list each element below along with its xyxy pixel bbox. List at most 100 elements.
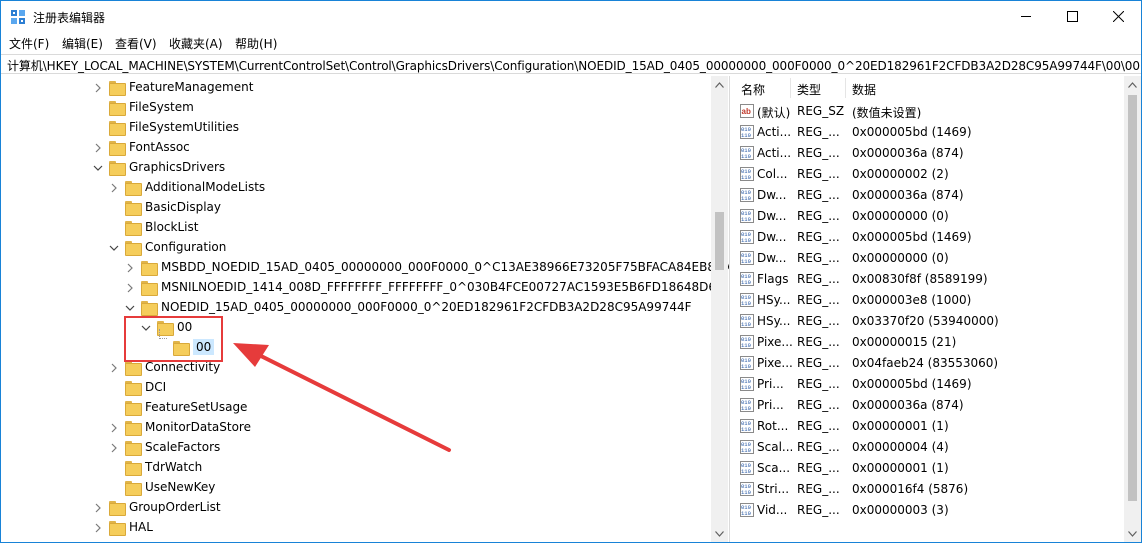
address-path[interactable]: 计算机\HKEY_LOCAL_MACHINE\SYSTEM\CurrentCon… — [7, 57, 1140, 74]
menu-favorites[interactable]: 收藏夹(A) — [169, 35, 223, 52]
tree-node-label[interactable]: FileSystem — [129, 100, 194, 114]
tree-node[interactable]: FeatureSetUsage — [109, 397, 247, 417]
menu-help[interactable]: 帮助(H) — [235, 35, 277, 52]
tree-node-label[interactable]: Connectivity — [145, 360, 220, 374]
menu-edit[interactable]: 编辑(E) — [62, 35, 103, 52]
chevron-down-icon[interactable] — [125, 302, 135, 312]
binary-value-icon: 010 110 — [740, 440, 754, 454]
chevron-right-icon[interactable] — [93, 142, 103, 153]
value-row[interactable]: 010 110 HSy... REG_... 0x03370f20 (53940000) — [735, 311, 1125, 332]
tree-node[interactable]: MSBDD_NOEDID_15AD_0405_00000000_000F0000… — [125, 257, 729, 277]
tree-node[interactable]: GroupOrderList — [93, 497, 221, 517]
value-row[interactable]: 010 110 Pixe... REG_... 0x00000015 (21) — [735, 332, 1125, 353]
tree-node-label[interactable]: Configuration — [145, 240, 226, 254]
chevron-down-icon[interactable] — [109, 242, 119, 252]
close-button[interactable] — [1095, 1, 1141, 32]
value-row[interactable]: 010 110 Vid... REG_... 0x00000003 (3) — [735, 500, 1125, 521]
address-bar[interactable]: 计算机\HKEY_LOCAL_MACHINE\SYSTEM\CurrentCon… — [1, 54, 1141, 74]
tree-node-label[interactable]: FeatureManagement — [129, 80, 253, 94]
value-row[interactable]: 010 110 HSy... REG_... 0x000003e8 (1000) — [735, 290, 1125, 311]
registry-key-tree[interactable]: FeatureManagement FileSystem FileSystemUti… — [1, 76, 729, 542]
tree-node-label[interactable]: UseNewKey — [145, 480, 215, 494]
tree-node[interactable]: GraphicsDrivers — [93, 157, 225, 177]
list-scrollbar[interactable] — [1124, 76, 1141, 542]
value-row[interactable]: 010 110 Acti... REG_... 0x0000036a (874) — [735, 143, 1125, 164]
column-data-header[interactable]: 数据 — [852, 81, 876, 98]
tree-node-label[interactable]: FileSystemUtilities — [129, 120, 239, 134]
tree-node-label[interactable]: NOEDID_15AD_0405_00000000_000F0000_0^20E… — [161, 300, 692, 314]
tree-node-label[interactable]: AdditionalModeLists — [145, 180, 265, 194]
tree-node-label[interactable]: MSNILNOEDID_1414_008D_FFFFFFFF_FFFFFFFF_… — [161, 280, 716, 294]
tree-node-label[interactable]: MSBDD_NOEDID_15AD_0405_00000000_000F0000… — [161, 260, 729, 274]
value-row[interactable]: 010 110 Pixe... REG_... 0x04faeb24 (83553060… — [735, 353, 1125, 374]
menu-view[interactable]: 查看(V) — [115, 35, 157, 52]
list-scroll-down-arrow[interactable] — [1124, 525, 1141, 542]
tree-node[interactable]: FontAssoc — [93, 137, 190, 157]
value-row[interactable]: 010 110 Acti... REG_... 0x000005bd (1469) — [735, 122, 1125, 143]
tree-node-label[interactable]: ScaleFactors — [145, 440, 220, 454]
column-type-header[interactable]: 类型 — [797, 81, 821, 98]
list-scroll-thumb[interactable] — [1128, 95, 1137, 501]
value-row[interactable]: ab (默认) REG_SZ (数值未设置) — [735, 101, 1125, 122]
chevron-right-icon[interactable] — [93, 502, 103, 513]
value-row[interactable]: 010 110 Stri... REG_... 0x000016f4 (5876) — [735, 479, 1125, 500]
chevron-right-icon[interactable] — [125, 282, 135, 293]
tree-node[interactable]: DCI — [109, 377, 166, 397]
tree-node[interactable]: FileSystem — [93, 97, 194, 117]
pane-splitter[interactable] — [729, 76, 734, 542]
chevron-right-icon[interactable] — [109, 362, 119, 373]
list-scroll-up-arrow[interactable] — [1124, 76, 1141, 93]
value-row[interactable]: 010 110 Scal... REG_... 0x00000004 (4) — [735, 437, 1125, 458]
value-row[interactable]: 010 110 Dw... REG_... 0x00000000 (0) — [735, 206, 1125, 227]
tree-node[interactable]: BasicDisplay — [109, 197, 221, 217]
maximize-button[interactable] — [1049, 1, 1095, 32]
column-divider[interactable] — [845, 78, 846, 98]
column-divider[interactable] — [790, 78, 791, 98]
tree-node[interactable]: ScaleFactors — [109, 437, 220, 457]
tree-node-label[interactable]: GraphicsDrivers — [129, 160, 225, 174]
tree-node[interactable]: UseNewKey — [109, 477, 215, 497]
tree-node-label[interactable]: TdrWatch — [145, 460, 202, 474]
tree-node-label[interactable]: BlockList — [145, 220, 198, 234]
chevron-down-icon[interactable] — [93, 162, 103, 172]
chevron-right-icon[interactable] — [109, 442, 119, 453]
value-row[interactable]: 010 110 Pri... REG_... 0x0000036a (874) — [735, 395, 1125, 416]
title-bar[interactable]: 注册表编辑器 — [1, 1, 1141, 32]
chevron-right-icon[interactable] — [93, 522, 103, 533]
value-row[interactable]: 010 110 Dw... REG_... 0x000005bd (1469) — [735, 227, 1125, 248]
value-row[interactable]: 010 110 Sca... REG_... 0x00000001 (1) — [735, 458, 1125, 479]
tree-scroll-down-arrow[interactable] — [711, 525, 728, 542]
tree-node-label[interactable]: BasicDisplay — [145, 200, 221, 214]
tree-node-label[interactable]: GroupOrderList — [129, 500, 221, 514]
tree-scroll-thumb[interactable] — [715, 212, 724, 270]
tree-scroll-up-arrow[interactable] — [711, 76, 728, 93]
chevron-right-icon[interactable] — [93, 82, 103, 93]
value-row[interactable]: 010 110 Col... REG_... 0x00000002 (2) — [735, 164, 1125, 185]
tree-node[interactable]: NOEDID_15AD_0405_00000000_000F0000_0^20E… — [125, 297, 692, 317]
value-row[interactable]: 010 110 Flags REG_... 0x00830f8f (8589199) — [735, 269, 1125, 290]
minimize-button[interactable] — [1003, 1, 1049, 32]
chevron-right-icon[interactable] — [109, 422, 119, 433]
tree-node[interactable]: FeatureManagement — [93, 77, 253, 97]
tree-node[interactable]: FileSystemUtilities — [93, 117, 239, 137]
tree-node[interactable]: AdditionalModeLists — [109, 177, 265, 197]
tree-node-label[interactable]: FontAssoc — [129, 140, 190, 154]
chevron-right-icon[interactable] — [109, 182, 119, 193]
value-name: Flags — [757, 272, 789, 286]
tree-node[interactable]: MSNILNOEDID_1414_008D_FFFFFFFF_FFFFFFFF_… — [125, 277, 716, 297]
menu-file[interactable]: 文件(F) — [9, 35, 49, 52]
tree-node-label[interactable]: DCI — [145, 380, 166, 394]
column-name-header[interactable]: 名称 — [741, 81, 765, 98]
tree-scrollbar[interactable] — [711, 76, 728, 542]
value-row[interactable]: 010 110 Pri... REG_... 0x000005bd (1469) — [735, 374, 1125, 395]
value-list[interactable]: 名称 类型 数据 ab (默认) REG_SZ (数值未设置) 010 110 Acti..… — [735, 76, 1141, 542]
chevron-right-icon[interactable] — [125, 262, 135, 273]
value-row[interactable]: 010 110 Dw... REG_... 0x00000000 (0) — [735, 248, 1125, 269]
tree-node[interactable]: TdrWatch — [109, 457, 202, 477]
tree-node[interactable]: HAL — [93, 517, 153, 537]
tree-node-label[interactable]: HAL — [129, 520, 153, 534]
value-row[interactable]: 010 110 Rot... REG_... 0x00000001 (1) — [735, 416, 1125, 437]
tree-node[interactable]: BlockList — [109, 217, 198, 237]
value-row[interactable]: 010 110 Dw... REG_... 0x0000036a (874) — [735, 185, 1125, 206]
tree-node[interactable]: Configuration — [109, 237, 226, 257]
